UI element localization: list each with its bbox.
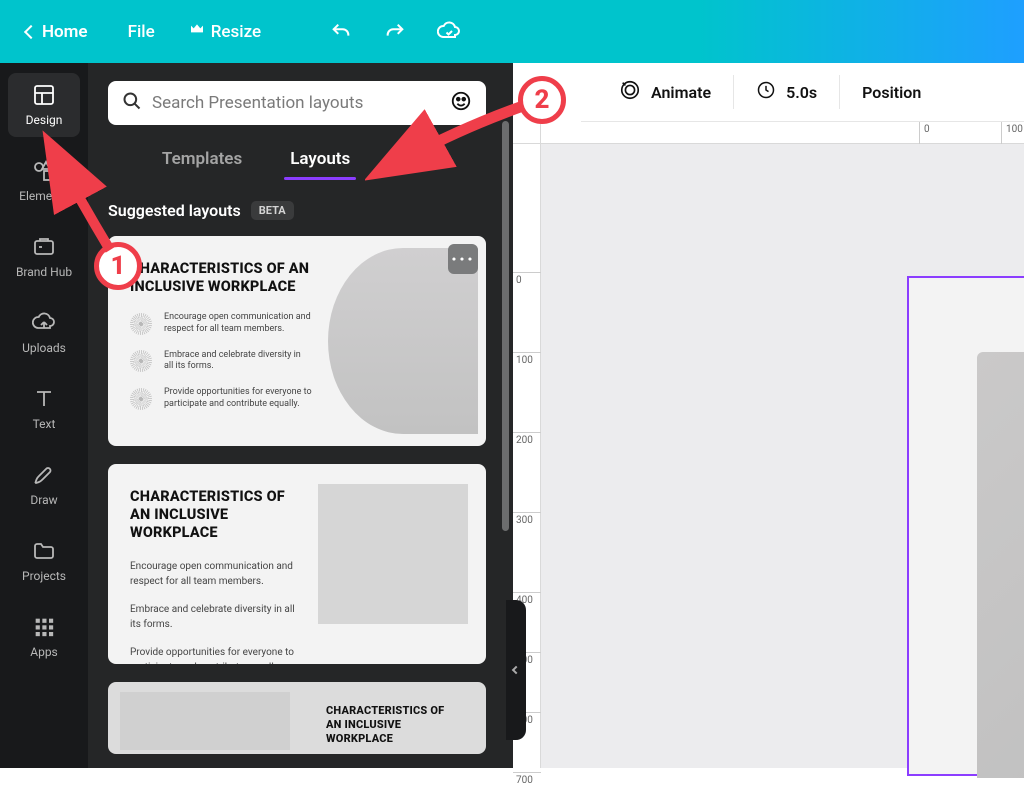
tab-styles[interactable]: Styles [398,149,445,179]
rail-text[interactable]: Text [8,377,80,441]
tab-templates[interactable]: Templates [162,149,242,179]
rail-label: Uploads [22,341,66,355]
ruler-tick: 0 [924,124,930,135]
brand-icon [32,235,56,259]
annotation-number: 2 [535,85,550,115]
apps-grid-icon [32,615,56,639]
panel-scrollbar[interactable] [502,81,509,671]
context-toolbar: Animate 5.0s Position [581,63,1024,122]
rail-apps[interactable]: Apps [8,605,80,669]
resize-label: Resize [211,22,261,42]
file-menu[interactable]: File [120,16,163,48]
undo-button[interactable] [323,14,359,50]
card-image [318,484,468,624]
rail-projects[interactable]: Projects [8,529,80,593]
layout-card[interactable]: CHARACTERISTICS OF AN INCLUSIVE WORKPLAC… [108,464,486,664]
design-panel: Templates Layouts Styles Suggested layou… [88,63,513,768]
ruler-corner [513,122,541,144]
section-title: Suggested layouts [108,201,241,220]
panel-collapse-handle[interactable] [506,600,526,740]
card-image [120,692,290,750]
rail-label: Draw [30,493,57,507]
card-bullet: Embrace and celebrate diversity in all i… [164,350,312,373]
duration-button[interactable]: 5.0s [734,75,840,109]
cloud-upload-icon [32,311,56,335]
layout-card[interactable]: CHARACTERISTICS OF AN INCLUSIVE WORKPLAC… [108,682,486,754]
animate-label: Animate [651,83,711,102]
file-label: File [128,22,155,42]
ruler-tick: 100 [1006,124,1023,135]
layout-icon [32,83,56,107]
cloud-sync-button[interactable] [431,14,467,50]
resize-button[interactable]: Resize [181,15,269,48]
top-bar: Home File Resize [0,0,1024,63]
ruler-tick: 700 [516,775,533,786]
ruler-tick: 100 [516,355,533,366]
starburst-icon [130,313,152,335]
starburst-icon [130,388,152,410]
rail-draw[interactable]: Draw [8,453,80,517]
starburst-icon [130,350,152,372]
chevron-left-icon [24,24,38,38]
card-bullet: Provide opportunities for everyone to pa… [164,387,312,410]
annotation-step-1: 1 [94,242,142,290]
rail-uploads[interactable]: Uploads [8,301,80,365]
clock-icon [756,80,776,104]
selected-slide[interactable] [907,276,1024,776]
card-image [328,248,478,434]
search-box[interactable] [108,81,486,125]
card-more-button[interactable]: ··· [448,244,478,274]
redo-button[interactable] [377,14,413,50]
card-title: CHARACTERISTICS OF AN INCLUSIVE WORKPLAC… [326,704,460,745]
position-button[interactable]: Position [840,75,943,109]
beta-badge: BETA [251,201,294,220]
card-bullet: Encourage open communication and respect… [130,560,302,589]
rail-label: Brand Hub [16,265,72,279]
shapes-icon [32,159,56,183]
scrollbar-thumb[interactable] [502,121,509,531]
search-filter-icon[interactable] [450,90,472,116]
ruler-horizontal[interactable]: 0 100 [541,122,1024,144]
canvas-area[interactable]: 0 100 0 100 200 300 400 500 600 700 [513,122,1024,768]
rail-label: Elements [19,189,69,203]
rail-label: Apps [30,645,58,659]
annotation-step-2: 2 [518,76,566,124]
rail-label: Projects [22,569,66,583]
chevron-left-icon [512,666,520,674]
home-button[interactable]: Home [12,14,102,50]
section-header: Suggested layouts BETA [108,201,499,220]
rail-design[interactable]: Design [8,73,80,137]
animate-button[interactable]: Animate [597,75,734,109]
tab-layouts[interactable]: Layouts [290,149,350,179]
rail-elements[interactable]: Elements [8,149,80,213]
search-input[interactable] [152,93,440,113]
slide-image [977,352,1024,778]
crown-icon [189,21,205,42]
search-icon [122,91,142,115]
card-bullet: Provide opportunities for everyone to pa… [130,646,302,664]
folder-icon [32,539,56,563]
pencil-icon [32,463,56,487]
rail-brand-hub[interactable]: Brand Hub [8,225,80,289]
rail-label: Text [33,417,56,431]
panel-tabs: Templates Layouts Styles [108,149,499,179]
left-rail: Design Elements Brand Hub Uploads Text D… [0,63,88,768]
rail-label: Design [26,113,63,127]
ruler-tick: 0 [516,275,522,286]
card-title: CHARACTERISTICS OF AN INCLUSIVE WORKPLAC… [130,488,302,542]
ruler-tick: 300 [516,515,533,526]
position-label: Position [862,83,921,102]
text-icon [32,387,56,411]
duration-value: 5.0s [786,83,817,102]
home-label: Home [42,22,88,42]
animate-icon [619,79,641,105]
card-title: CHARACTERISTICS OF AN INCLUSIVE WORKPLAC… [130,260,312,296]
card-bullet: Encourage open communication and respect… [164,312,312,335]
ruler-tick: 200 [516,435,533,446]
layout-card[interactable]: CHARACTERISTICS OF AN INCLUSIVE WORKPLAC… [108,236,486,446]
annotation-number: 1 [111,251,126,281]
card-bullet: Embrace and celebrate diversity in all i… [130,603,302,632]
